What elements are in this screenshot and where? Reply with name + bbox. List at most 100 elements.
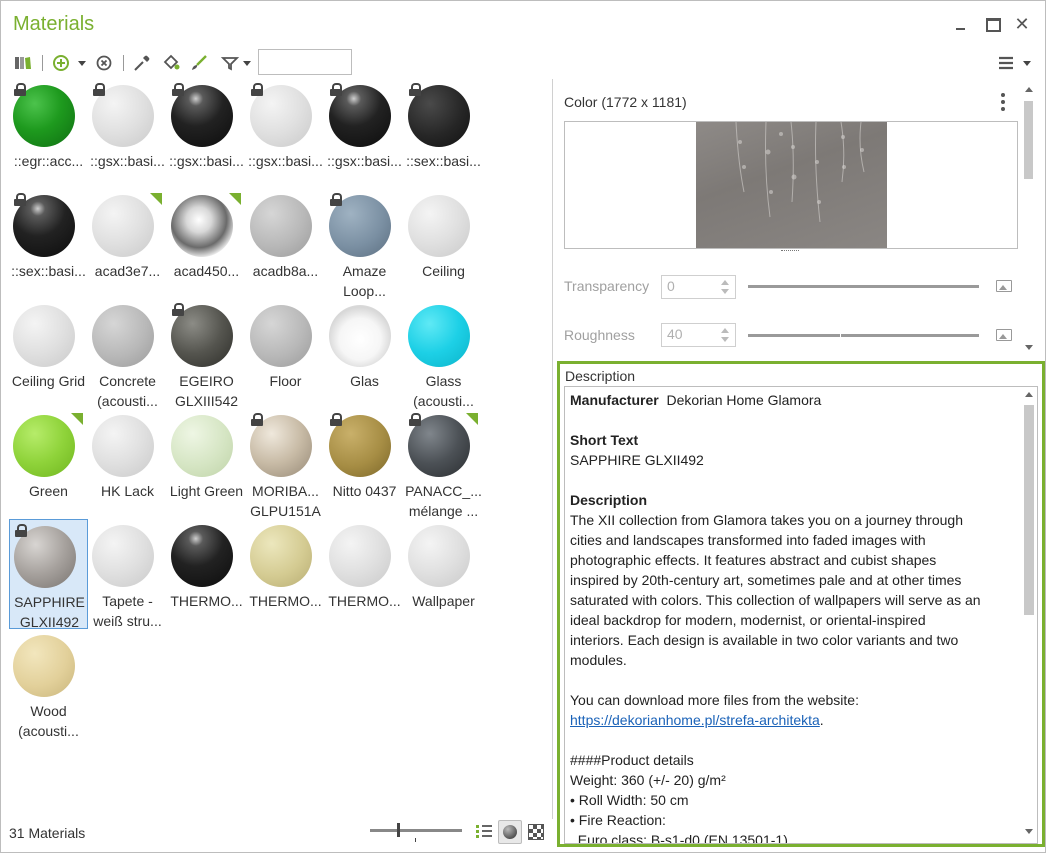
material-item[interactable]: ::gsx::basi...: [325, 79, 404, 189]
material-item[interactable]: acad450...: [167, 189, 246, 299]
material-item[interactable]: Ceiling: [404, 189, 483, 299]
remove-icon[interactable]: [94, 53, 114, 73]
list-view-icon[interactable]: [476, 824, 493, 840]
material-item[interactable]: ::sex::basi...: [404, 79, 483, 189]
preview-resize-handle[interactable]: [781, 250, 799, 252]
lock-icon: [408, 413, 422, 426]
properties-scrollbar[interactable]: [1024, 101, 1033, 179]
material-item[interactable]: THERMO...: [325, 519, 404, 629]
filter-dropdown-arrow-icon[interactable]: [243, 61, 251, 66]
material-sphere-preview: [329, 525, 391, 587]
material-item[interactable]: Wood (acousti...: [9, 629, 88, 739]
material-item[interactable]: Tapete - weiß stru...: [88, 519, 167, 629]
material-label: Green: [29, 483, 68, 499]
texture-preview[interactable]: [564, 121, 1018, 249]
material-item[interactable]: ::sex::basi...: [9, 189, 88, 299]
material-item[interactable]: Concrete (acousti...: [88, 299, 167, 409]
material-label: Ceiling: [422, 263, 465, 279]
roughness-input[interactable]: 40: [661, 323, 736, 347]
website-link[interactable]: https://dekorianhome.pl/strefa-architekt…: [570, 712, 820, 728]
material-label: Amaze Loop...: [342, 263, 387, 299]
material-item[interactable]: Ceiling Grid: [9, 299, 88, 409]
short-text-value: SAPPHIRE GLXII492: [570, 452, 704, 468]
spin-down-icon[interactable]: [721, 289, 729, 294]
short-text-label: Short Text: [570, 432, 639, 448]
scroll-down-icon[interactable]: [1025, 345, 1033, 350]
material-item[interactable]: HK Lack: [88, 409, 167, 519]
zoom-slider-thumb[interactable]: [396, 823, 400, 837]
hamburger-menu-icon[interactable]: [996, 53, 1016, 73]
material-sphere-preview: [250, 195, 312, 257]
material-item[interactable]: Green: [9, 409, 88, 519]
image-map-icon[interactable]: [996, 329, 1012, 341]
material-item[interactable]: THERMO...: [246, 519, 325, 629]
zoom-slider[interactable]: [370, 829, 462, 832]
filter-icon[interactable]: [220, 53, 240, 73]
brush-icon[interactable]: [189, 53, 209, 73]
properties-panel: Color (1772 x 1181) Transparency 0 Rough…: [553, 79, 1045, 852]
description-title: Description: [565, 368, 636, 384]
zoom-tick: [415, 838, 416, 842]
checker-view-icon[interactable]: [528, 824, 544, 840]
spin-up-icon[interactable]: [721, 328, 729, 333]
color-label: Color (1772 x 1181): [564, 94, 687, 110]
material-item[interactable]: PANACC_... mélange ...: [404, 409, 483, 519]
material-item[interactable]: SAPPHIRE GLXII492: [9, 519, 88, 630]
add-icon[interactable]: [51, 53, 71, 73]
description-content: Manufacturer Dekorian Home Glamora Short…: [570, 390, 1015, 843]
material-item[interactable]: acad3e7...: [88, 189, 167, 299]
lock-icon: [250, 413, 264, 426]
transparency-input[interactable]: 0: [661, 275, 736, 299]
scroll-up-icon[interactable]: [1025, 87, 1033, 92]
material-item[interactable]: Light Green: [167, 409, 246, 519]
material-item[interactable]: Glas: [325, 299, 404, 409]
more-options-icon[interactable]: [1001, 93, 1007, 113]
description-textbox[interactable]: Manufacturer Dekorian Home Glamora Short…: [564, 386, 1038, 844]
status-bar: 31 Materials: [1, 819, 552, 852]
material-item[interactable]: acadb8a...: [246, 189, 325, 299]
material-item[interactable]: THERMO...: [167, 519, 246, 629]
material-item[interactable]: ::gsx::basi...: [88, 79, 167, 189]
lock-icon: [250, 83, 264, 96]
material-label: THERMO...: [170, 593, 243, 609]
sphere-view-icon[interactable]: [498, 820, 522, 844]
maximize-icon[interactable]: [981, 13, 1003, 35]
library-icon[interactable]: [13, 53, 33, 73]
detail-line: • Roll Width: 50 cm: [570, 792, 689, 808]
material-item[interactable]: EGEIRO GLXIII542: [167, 299, 246, 409]
transparency-slider[interactable]: [748, 285, 979, 288]
material-item[interactable]: Floor: [246, 299, 325, 409]
description-line: inspired by 20th-century art, sometimes …: [570, 572, 962, 588]
material-label: Wallpaper: [412, 593, 475, 609]
lock-icon: [329, 83, 343, 96]
description-line: The XII collection from Glamora takes yo…: [570, 512, 963, 528]
material-item[interactable]: Amaze Loop...: [325, 189, 404, 299]
material-item[interactable]: Nitto 0437: [325, 409, 404, 519]
dropdown-arrow-icon[interactable]: [78, 61, 86, 66]
material-item[interactable]: ::gsx::basi...: [167, 79, 246, 189]
image-map-icon[interactable]: [996, 280, 1012, 292]
material-item[interactable]: ::egr::acc...: [9, 79, 88, 189]
close-icon[interactable]: ✕: [1011, 13, 1033, 35]
minimize-icon[interactable]: [950, 13, 972, 35]
search-input[interactable]: [258, 49, 352, 75]
paint-bucket-icon[interactable]: [161, 53, 181, 73]
spin-down-icon[interactable]: [721, 337, 729, 342]
material-item[interactable]: MORIBA... GLPU151A: [246, 409, 325, 519]
material-item[interactable]: Glass (acousti...: [404, 299, 483, 409]
description-scrollbar[interactable]: [1024, 405, 1034, 615]
eyedropper-icon[interactable]: [132, 53, 152, 73]
roughness-slider[interactable]: [748, 331, 979, 340]
material-sphere-preview: [171, 525, 233, 587]
material-item[interactable]: Wallpaper: [404, 519, 483, 629]
spin-up-icon[interactable]: [721, 280, 729, 285]
scroll-down-icon[interactable]: [1025, 829, 1033, 834]
materials-grid: ::egr::acc...::gsx::basi...::gsx::basi..…: [1, 79, 552, 819]
material-sphere-preview: [92, 195, 154, 257]
menu-dropdown-arrow-icon[interactable]: [1023, 61, 1031, 66]
material-label: ::egr::acc...: [13, 153, 84, 169]
scroll-up-icon[interactable]: [1025, 392, 1033, 397]
roughness-value: 40: [667, 326, 683, 342]
material-item[interactable]: ::gsx::basi...: [246, 79, 325, 189]
materials-count: 31 Materials: [9, 825, 86, 841]
